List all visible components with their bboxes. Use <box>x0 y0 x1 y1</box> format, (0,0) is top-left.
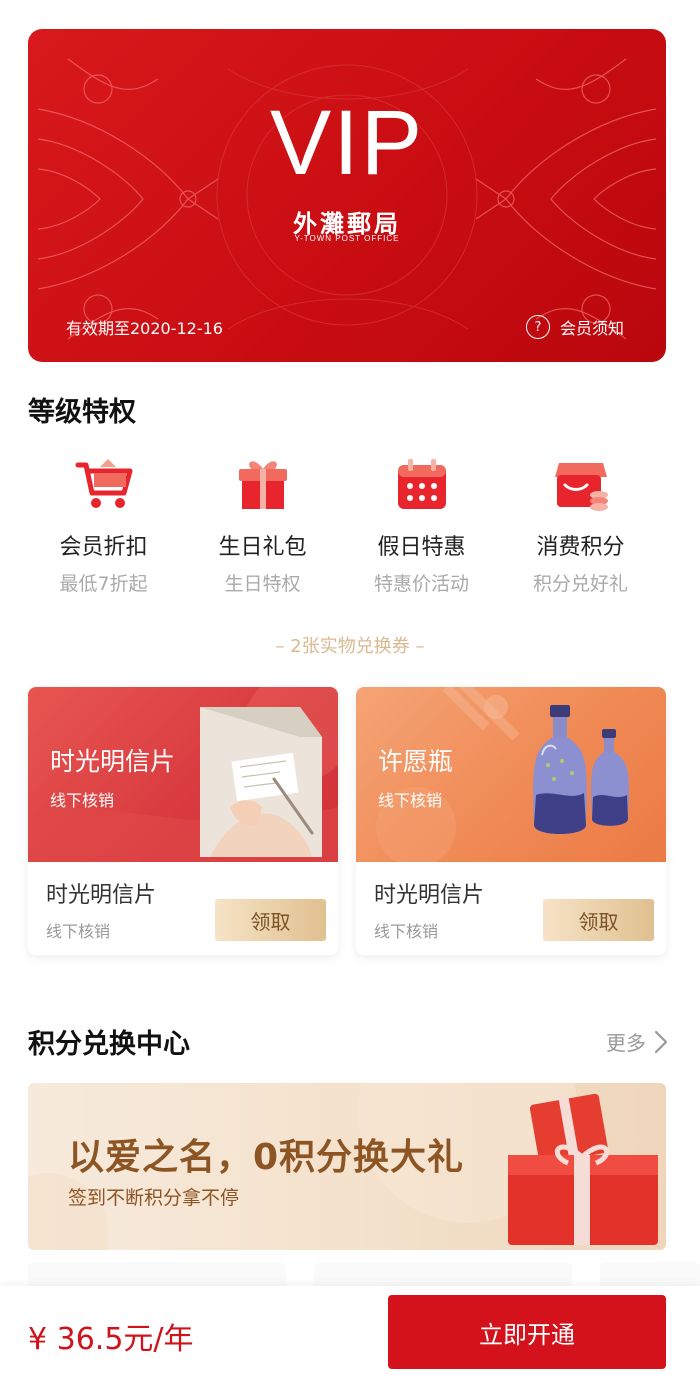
coupon-banner-sub: 线下核销 <box>50 791 115 810</box>
claim-button[interactable]: 领取 <box>215 899 326 941</box>
privilege-birthday[interactable]: 生日礼包 生日特权 <box>183 455 342 596</box>
points-center-title: 积分兑换中心 <box>28 1029 190 1060</box>
coupon-banner: 许愿瓶 线下核销 <box>356 687 666 862</box>
privilege-discount[interactable]: 会员折扣 最低7折起 <box>24 455 183 596</box>
member-notice-link[interactable]: ? 会员须知 <box>525 315 624 339</box>
more-label: 更多 <box>606 1031 646 1055</box>
coupon-title: 时光明信片 <box>46 883 157 908</box>
points-promo-banner[interactable]: 以爱之名，0积分换大礼 签到不断积分拿不停 <box>28 1083 666 1250</box>
coupon-subtitle: 线下核销 <box>374 922 439 941</box>
vip-card: VIP 外灘郵局 Y-TOWN POST OFFICE 有效期至2020-12-… <box>28 29 666 362</box>
coupon-banner-title: 许愿瓶 <box>378 747 454 776</box>
validity-date: 有效期至2020-12-16 <box>66 319 223 338</box>
coupon-banner-sub: 线下核销 <box>378 791 443 810</box>
claim-button[interactable]: 领取 <box>543 899 654 941</box>
promo-subtitle: 签到不断积分拿不停 <box>68 1187 240 1209</box>
member-notice-label: 会员须知 <box>559 319 624 338</box>
coupon-banner: 时光明信片 线下核销 <box>28 687 338 862</box>
privilege-sub: 积分兑好礼 <box>532 573 628 595</box>
bottom-purchase-bar: ¥ 36.5元/年 立即开通 <box>0 1286 700 1378</box>
privilege-holiday[interactable]: 假日特惠 特惠价活动 <box>342 455 501 596</box>
coupon-banner-title: 时光明信片 <box>50 747 176 776</box>
promo-title: 以爱之名，0积分换大礼 <box>68 1137 465 1178</box>
activate-membership-button[interactable]: 立即开通 <box>388 1295 666 1369</box>
privileges-grid: 会员折扣 最低7折起 生日礼包 生日特权 假日特惠 特惠价活动 消费积分 积分兑… <box>24 455 676 596</box>
coupon-card-postcard: 时光明信片 线下核销 时光明信片 线下核销 领取 <box>28 687 338 955</box>
privilege-points[interactable]: 消费积分 积分兑好礼 <box>501 455 660 596</box>
coupon-card-wish-bottle: 许愿瓶 线下核销 时光明信片 线下核销 领取 <box>356 687 666 955</box>
points-shop-icon <box>554 463 608 511</box>
privilege-name: 消费积分 <box>536 535 625 560</box>
privilege-sub: 最低7折起 <box>59 573 148 595</box>
privileges-title: 等级特权 <box>28 397 136 428</box>
gift-box-icon <box>238 461 287 509</box>
privilege-sub: 特惠价活动 <box>373 573 469 595</box>
chevron-right-icon <box>654 1030 668 1053</box>
question-icon: ? <box>525 315 550 339</box>
coupon-section-header: – 2张实物兑换券 – <box>275 636 425 657</box>
membership-price: ¥ 36.5元/年 <box>28 1322 194 1357</box>
vip-title: VIP <box>269 92 425 194</box>
more-link[interactable]: 更多 <box>606 1027 668 1056</box>
coupon-title: 时光明信片 <box>374 883 485 908</box>
coupon-subtitle: 线下核销 <box>46 922 111 941</box>
privilege-sub: 生日特权 <box>224 573 301 595</box>
card-ornament-pattern <box>37 58 657 340</box>
privilege-name: 会员折扣 <box>59 535 148 560</box>
calendar-icon <box>397 459 446 509</box>
privilege-name: 假日特惠 <box>377 535 466 560</box>
privilege-name: 生日礼包 <box>218 535 307 560</box>
shopping-cart-icon <box>75 459 132 508</box>
brand-logo-en: Y-TOWN POST OFFICE <box>294 234 400 243</box>
